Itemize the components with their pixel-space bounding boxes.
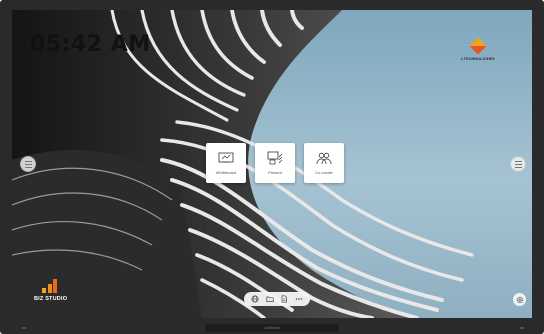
whiteboard-icon	[218, 152, 234, 163]
clock-time: 05:42 AM	[30, 32, 151, 57]
settings-button[interactable]	[513, 293, 526, 306]
brand-name: I-TECHNOLOGIES	[461, 57, 495, 61]
bezel-indicator-left	[22, 327, 26, 329]
co-create-icon	[316, 152, 332, 165]
folder-button[interactable]	[265, 295, 274, 304]
whiteboard-tile[interactable]: Whiteboard	[206, 143, 246, 183]
co-create-label: Co-create	[315, 170, 333, 175]
menu-icon	[514, 160, 522, 168]
folder-icon	[266, 296, 274, 302]
more-button[interactable]	[294, 295, 303, 304]
home-screen: 05:42 AM I-TECHNOLOGIES Whiteboard Prese…	[12, 10, 532, 318]
more-icon	[295, 298, 303, 300]
globe-button[interactable]	[251, 295, 260, 304]
present-label: Present	[268, 170, 282, 175]
bottom-dock	[244, 292, 310, 306]
biz-studio-text: BIZ STUDIO	[34, 296, 68, 302]
bezel-indicator-right	[520, 327, 524, 329]
whiteboard-label: Whiteboard	[215, 170, 237, 175]
co-create-tile[interactable]: Co-create	[304, 143, 344, 183]
brand-diamond-icon	[469, 37, 487, 55]
right-menu-button[interactable]	[510, 156, 526, 172]
file-icon	[281, 295, 287, 303]
present-icon	[267, 151, 283, 165]
menu-icon	[24, 160, 32, 168]
bezel-brand-label: Unibrand	[264, 326, 280, 330]
left-menu-button[interactable]	[20, 156, 36, 172]
globe-icon	[251, 295, 259, 303]
bottom-bezel: Unibrand	[0, 318, 544, 334]
brand-logo: I-TECHNOLOGIES	[448, 37, 508, 61]
file-button[interactable]	[280, 295, 289, 304]
biz-studio-logo[interactable]: BIZ STUDIO	[34, 279, 74, 302]
present-tile[interactable]: Present	[255, 143, 295, 183]
gear-icon	[516, 296, 523, 303]
device-frame: 05:42 AM I-TECHNOLOGIES Whiteboard Prese…	[0, 0, 544, 334]
bar-chart-icon	[42, 279, 74, 293]
app-tiles: Whiteboard Present Co-create	[206, 143, 344, 183]
